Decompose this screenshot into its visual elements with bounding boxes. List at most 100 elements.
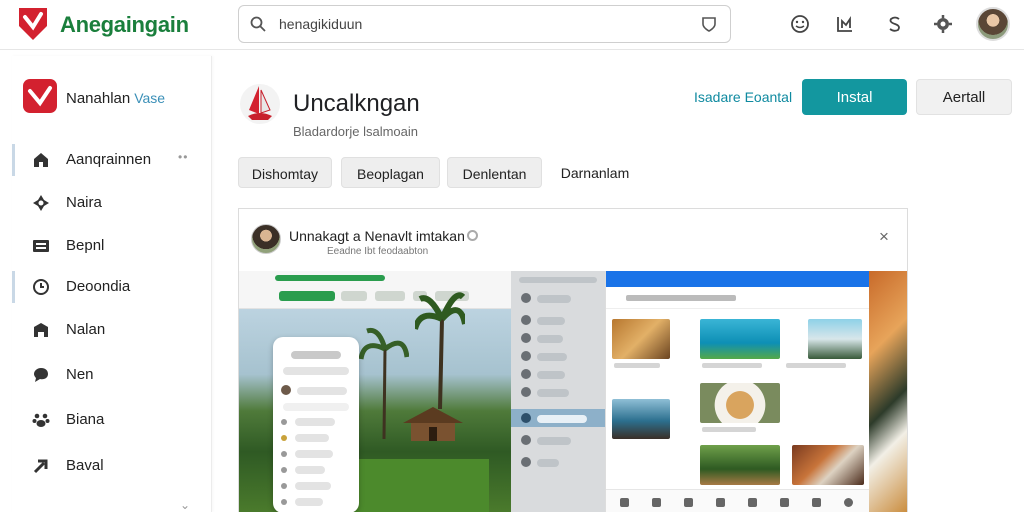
sidebar-item-label: Nen (66, 366, 94, 383)
panel-dot (281, 435, 287, 441)
share-link[interactable]: Isadare Eoantal (694, 89, 792, 105)
sidebar-item-6[interactable]: Biana (12, 400, 212, 440)
list-icon (33, 240, 49, 252)
menu-row (537, 295, 571, 303)
menu-dot (521, 333, 531, 343)
sidebar-item-label: Naira (66, 194, 102, 211)
arrow-icon (33, 459, 48, 474)
sidebar-item-label: Biana (66, 411, 105, 428)
sidebar-item-indicator (12, 144, 15, 176)
brand-name[interactable]: Anegaingain (60, 12, 189, 38)
caption-line (702, 363, 762, 368)
palm-image (415, 292, 465, 409)
menu-row (537, 353, 567, 361)
nav-tickets-icon[interactable] (716, 498, 725, 507)
menu-row (537, 437, 571, 445)
verified-icon (467, 230, 478, 241)
app-logo-icon[interactable] (16, 4, 50, 42)
caption-line (614, 363, 660, 368)
menu-dot (521, 413, 531, 423)
panel-dot (281, 385, 291, 395)
screenshot-2[interactable] (511, 271, 605, 512)
more-icon[interactable]: •• (178, 150, 188, 164)
screenshot-4[interactable] (869, 271, 907, 512)
tab-2[interactable]: Denlentan (447, 157, 542, 188)
top-bar: Anegaingain henagikiduun (0, 0, 1024, 50)
user-avatar[interactable] (976, 7, 1010, 41)
tab-1[interactable]: Beoplagan (341, 157, 440, 188)
sidebar-item-0[interactable]: Aanqrainnen •• (12, 140, 212, 180)
panel-dot (281, 483, 287, 489)
menu-dot (521, 435, 531, 445)
shield-icon[interactable] (700, 15, 718, 33)
dollar-icon[interactable] (884, 13, 906, 35)
search-bar[interactable]: henagikiduun (238, 5, 731, 43)
search-input[interactable]: henagikiduun (279, 16, 362, 32)
sidebar-item-7[interactable]: Baval (12, 446, 212, 486)
menu-dot (521, 369, 531, 379)
menu-row (537, 415, 587, 423)
panel-row (297, 387, 347, 395)
sidebar-item-4[interactable]: Nalan (12, 310, 212, 350)
hut-image (403, 407, 463, 441)
panel-row (295, 466, 325, 474)
sidebar-title: Nanahlan Vase (66, 90, 165, 107)
app-icon (240, 84, 280, 124)
nav-saved-icon[interactable] (684, 498, 693, 507)
home-icon (34, 153, 48, 167)
jungle-thumbnail (700, 445, 780, 485)
menu-dot (521, 315, 531, 325)
nav-menu-icon[interactable] (812, 498, 821, 507)
sidebar: Nanahlan Vase Aanqrainnen •• Naira Bepnl … (12, 56, 212, 512)
chevron-down-icon[interactable]: ⌄ (180, 498, 190, 512)
palm-image (359, 327, 409, 439)
screenshot-chip (341, 291, 367, 301)
nav-messages-icon[interactable] (748, 498, 757, 507)
status-bar (606, 271, 870, 287)
install-button[interactable]: Instal (802, 79, 907, 115)
panel-dot (281, 467, 287, 473)
sidebar-item-label: Nalan (66, 321, 106, 338)
phone-overlay (273, 337, 359, 512)
screenshot-1[interactable] (239, 271, 511, 512)
panel-row (295, 498, 323, 506)
menu-row (537, 459, 559, 467)
dish-thumbnail (700, 383, 780, 423)
menu-row (537, 335, 563, 343)
nav-home-icon[interactable] (620, 498, 629, 507)
menu-dot (521, 457, 531, 467)
panel-dot (281, 419, 287, 425)
tab-3[interactable]: Darnanlam (552, 157, 638, 188)
screenshot-header (606, 287, 870, 309)
bag-icon[interactable] (834, 13, 856, 35)
developer-avatar (251, 224, 281, 254)
sidebar-item-indicator (12, 271, 15, 303)
bottom-navigation (606, 489, 870, 512)
screenshot-chip (375, 291, 405, 301)
panel-row (291, 351, 341, 359)
nav-profile-icon[interactable] (844, 498, 853, 507)
panel-dot (281, 451, 287, 457)
clock-icon (33, 279, 49, 295)
sidebar-logo-icon[interactable] (22, 78, 58, 116)
app-subtitle[interactable]: Bladardorje lsalmoain (293, 124, 418, 139)
food-thumbnail (612, 319, 670, 359)
sidebar-item-3[interactable]: Deoondia (12, 267, 212, 307)
panel-row (295, 482, 331, 490)
secondary-button[interactable]: Aertall (916, 79, 1012, 115)
sidebar-item-5[interactable]: Nen (12, 355, 212, 395)
sidebar-item-1[interactable]: Naira (12, 183, 212, 223)
menu-dot (521, 293, 531, 303)
screenshot-toolbar (239, 271, 511, 309)
close-icon[interactable]: × (879, 227, 889, 247)
settings-icon[interactable] (932, 13, 954, 35)
sidebar-item-label: Deoondia (66, 278, 131, 295)
sidebar-item-label: Bepnl (66, 237, 105, 254)
screenshot-3[interactable] (605, 271, 870, 512)
tab-0[interactable]: Dishomtay (238, 157, 332, 188)
sidebar-item-2[interactable]: Bepnl (12, 226, 212, 266)
panel-row (295, 418, 335, 426)
nav-explore-icon[interactable] (652, 498, 661, 507)
nav-alerts-icon[interactable] (780, 498, 789, 507)
smile-icon[interactable] (789, 13, 811, 35)
